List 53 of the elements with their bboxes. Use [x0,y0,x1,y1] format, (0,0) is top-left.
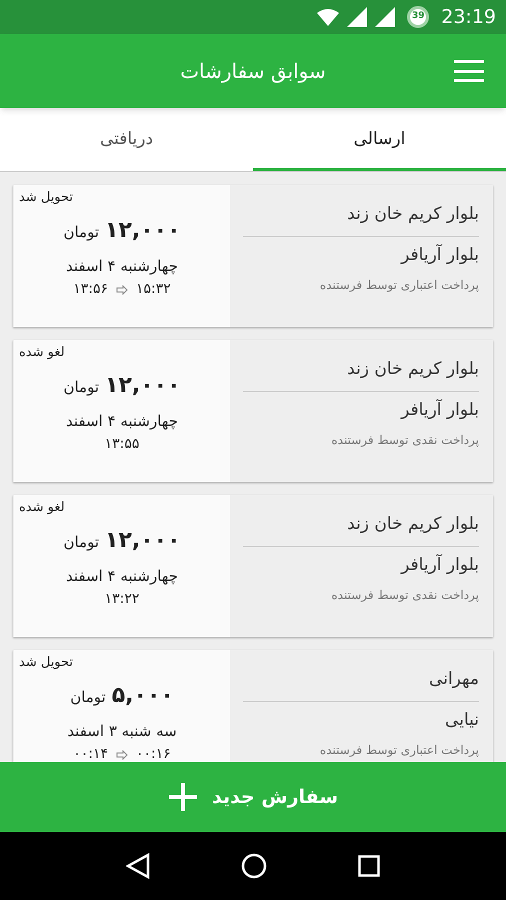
currency-label: تومان [70,686,106,708]
back-icon[interactable] [126,853,150,879]
currency-label: تومان [63,376,100,398]
destination-address: بلوار آریافر [401,243,479,267]
end-time: ۰۰:۱۶ [136,745,171,762]
order-price: ۵,۰۰۰ [112,682,174,710]
battery-indicator: 39 [407,6,430,28]
signal-icon [375,7,396,27]
start-time: ۰۰:۱۴ [73,745,108,762]
order-status: تحویل شد [18,654,74,672]
arrow-icon [116,284,128,294]
origin-address: بلوار کریم خان زند [347,358,479,381]
end-time: ۱۵:۳۲ [136,280,171,299]
origin-address: بلوار کریم خان زند [347,513,479,536]
app-title: سوابق سفارشات [180,58,326,85]
destination-address: بلوار آریافر [401,553,479,577]
tab[interactable]: ارسالی [253,108,506,171]
order-card[interactable]: مهرانی نیایی پرداخت اعتباری توسط فرستنده تحویل شد ۵,۰۰۰ تومان سه شنبه ۳ اسفند ۰۰:۱۴ ۰۰:۱۶ [13,650,493,762]
currency-label: تومان [63,222,100,243]
plus-icon [168,782,198,812]
order-price: ۱۲,۰۰۰ [105,216,181,244]
order-card[interactable]: بلوار کریم خان زند بلوار آریافر پرداخت نقدی توسط فرستنده لغو شده ۱۲,۰۰۰ تومان چهارشنبه ۴ اسفند ۱۳:۲۲ [13,495,493,637]
order-status: لغو شده [18,499,65,517]
currency-label: تومان [63,532,100,553]
start-time: ۱۳:۲۲ [104,590,140,609]
menu-button[interactable] [454,60,484,82]
destination-address: بلوار آریافر [401,398,479,422]
payment-method: پرداخت نقدی توسط فرستنده [331,432,479,448]
destination-address: نیایی [445,709,479,732]
recents-icon[interactable] [358,855,380,877]
wifi-icon [317,8,340,26]
order-price: ۱۲,۰۰۰ [105,526,181,554]
origin-address: بلوار کریم خان زند [347,203,479,226]
arrow-icon [116,750,128,760]
order-card[interactable]: بلوار کریم خان زند بلوار آریافر پرداخت اعتباری توسط فرستنده تحویل شد ۱۲,۰۰۰ تومان چهارشنبه ۴ اسفند ۱۳:۵۶ ۱۵:۳۲ [13,185,493,327]
payment-method: پرداخت نقدی توسط فرستنده [331,586,479,604]
order-date: سه شنبه ۳ اسفند [67,720,177,742]
order-date: چهارشنبه ۴ اسفند [66,566,178,587]
clock: 23:19 [441,4,496,30]
order-date: چهارشنبه ۴ اسفند [66,256,178,277]
signal-icon [347,7,368,27]
order-status: لغو شده [18,344,65,362]
start-time: ۱۳:۵۶ [73,280,108,299]
order-card[interactable]: بلوار کریم خان زند بلوار آریافر پرداخت نقدی توسط فرستنده لغو شده ۱۲,۰۰۰ تومان چهارشنبه ۴ اسفند ۱۳:۵۵ [13,340,493,482]
order-price: ۱۲,۰۰۰ [105,372,181,400]
payment-method: پرداخت اعتباری توسط فرستنده [320,742,479,758]
payment-method: پرداخت اعتباری توسط فرستنده [320,276,479,294]
order-status: تحویل شد [18,189,74,207]
tab[interactable]: دریافتی [0,108,253,171]
start-time: ۱۳:۵۵ [104,435,140,454]
order-date: چهارشنبه ۴ اسفند [66,410,178,432]
origin-address: مهرانی [429,668,479,691]
home-icon[interactable] [240,853,267,879]
